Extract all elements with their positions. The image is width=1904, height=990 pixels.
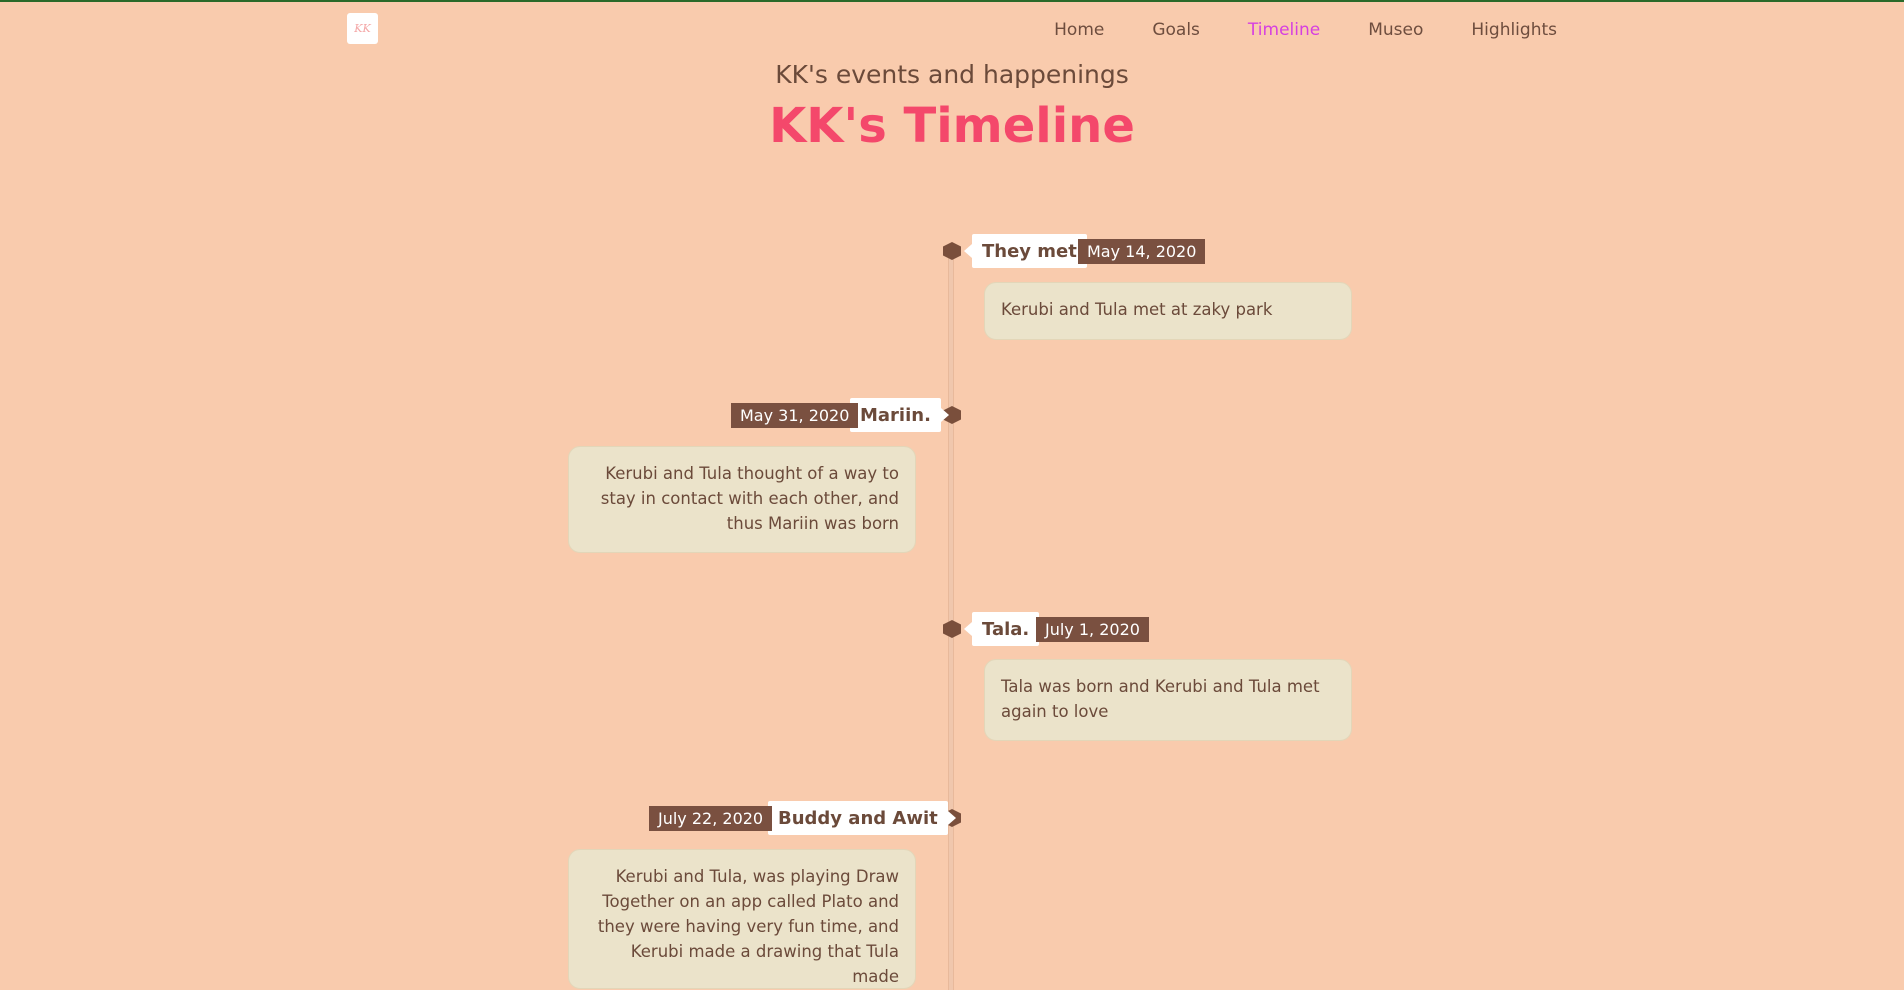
main-nav: Home Goals Timeline Museo Highlights (1054, 20, 1557, 40)
event-card: Kerubi and Tula thought of a way to stay… (568, 446, 916, 553)
nav-goals[interactable]: Goals (1152, 20, 1200, 40)
event-date: July 22, 2020 (649, 806, 773, 831)
logo[interactable]: KK (347, 13, 378, 44)
nav-timeline[interactable]: Timeline (1248, 20, 1320, 40)
nav-home[interactable]: Home (1054, 20, 1104, 40)
page-title: KK's Timeline (769, 98, 1135, 154)
event-title: Buddy and Awit (768, 801, 956, 835)
timeline-line (948, 250, 954, 990)
nav-highlights[interactable]: Highlights (1471, 20, 1557, 40)
event-card: Kerubi and Tula met at zaky park (984, 282, 1352, 340)
event-card: Kerubi and Tula, was playing Draw Togeth… (568, 849, 916, 989)
timeline-dot-icon (943, 242, 961, 260)
event-title: Mariin. (850, 398, 949, 432)
event-date: May 14, 2020 (1078, 239, 1206, 264)
timeline-dot-icon (943, 620, 961, 638)
event-title: Tala. (963, 612, 1040, 646)
event-date: May 31, 2020 (731, 403, 859, 428)
page-subtitle: KK's events and happenings (775, 60, 1129, 89)
event-title: They met (964, 234, 1087, 268)
nav-museo[interactable]: Museo (1368, 20, 1423, 40)
event-card: Tala was born and Kerubi and Tula met ag… (984, 659, 1352, 741)
event-date: July 1, 2020 (1036, 617, 1149, 642)
